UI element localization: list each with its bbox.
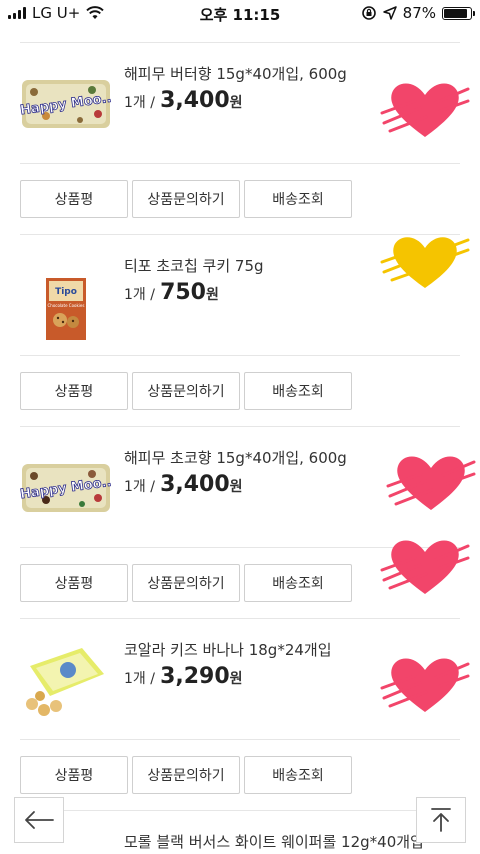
inquiry-button[interactable]: 상품문의하기 (132, 756, 240, 794)
package-subtext: Chocolate Cookies (48, 303, 85, 308)
product-name[interactable]: 해피무 버터향 15g*40개입, 600g (124, 63, 347, 84)
review-button[interactable]: 상품평 (20, 756, 128, 794)
delivery-tracking-button[interactable]: 배송조회 (244, 180, 352, 218)
product-name[interactable]: 티포 초코칩 쿠키 75g (124, 255, 264, 276)
battery-icon (442, 6, 475, 20)
delivery-tracking-button[interactable]: 배송조회 (244, 756, 352, 794)
quantity-label: 1개 / (124, 95, 155, 111)
action-buttons: 상품평 상품문의하기 배송조회 (20, 180, 460, 218)
product-name[interactable]: 코알라 키즈 바나나 18g*24개입 (124, 639, 332, 660)
back-button[interactable] (14, 797, 64, 843)
left-arrow-icon (25, 811, 54, 829)
product-thumbnail[interactable] (20, 634, 112, 724)
product-price: 1개 / 3,400원 (124, 88, 243, 113)
currency-unit: 원 (206, 287, 219, 303)
location-arrow-icon (382, 6, 397, 20)
price-value: 750 (160, 280, 206, 305)
inquiry-button[interactable]: 상품문의하기 (132, 372, 240, 410)
scroll-to-top-button[interactable] (416, 797, 466, 843)
price-value: 3,400 (160, 88, 230, 113)
product-price: 1개 / 750원 (124, 280, 219, 305)
quantity-label: 1개 / (124, 479, 155, 495)
price-value: 3,400 (160, 472, 230, 497)
heart-icon[interactable] (380, 228, 470, 298)
inquiry-button[interactable]: 상품문의하기 (132, 564, 240, 602)
quantity-label: 1개 / (124, 287, 155, 303)
review-button[interactable]: 상품평 (20, 372, 128, 410)
heart-icon[interactable] (380, 75, 470, 145)
rotation-lock-icon (361, 6, 376, 20)
product-thumbnail[interactable]: Happy Moo.. (20, 442, 112, 532)
inquiry-button[interactable]: 상품문의하기 (132, 180, 240, 218)
package-text: Tipo (55, 287, 77, 297)
product-thumbnail[interactable]: Happy Moo.. (20, 58, 112, 148)
heart-icon[interactable] (380, 650, 470, 720)
product-name[interactable]: 해피무 초코향 15g*40개입, 600g (124, 447, 347, 468)
review-button[interactable]: 상품평 (20, 180, 128, 218)
price-value: 3,290 (160, 664, 230, 689)
delivery-tracking-button[interactable]: 배송조회 (244, 564, 352, 602)
review-button[interactable]: 상품평 (20, 564, 128, 602)
action-buttons: 상품평 상품문의하기 배송조회 (20, 372, 460, 410)
currency-unit: 원 (229, 479, 243, 495)
status-bar: LG U+ 오후 11:15 87% (0, 0, 480, 28)
divider (20, 163, 460, 164)
product-thumbnail[interactable]: Tipo Chocolate Cookies (20, 250, 112, 340)
divider (20, 355, 460, 356)
quantity-label: 1개 / (124, 671, 155, 687)
heart-icon[interactable] (386, 448, 476, 518)
action-buttons: 상품평 상품문의하기 배송조회 (20, 564, 460, 602)
product-name[interactable]: 모롤 블랙 버서스 화이트 웨이퍼롤 12g*40개입 (124, 831, 424, 852)
action-buttons: 상품평 상품문의하기 배송조회 (20, 756, 460, 794)
order-item: 모롤 블랙 버서스 화이트 웨이퍼롤 12g*40개입 (0, 811, 480, 854)
delivery-tracking-button[interactable]: 배송조회 (244, 372, 352, 410)
product-price: 1개 / 3,290원 (124, 664, 243, 689)
divider (20, 739, 460, 740)
currency-unit: 원 (229, 671, 243, 687)
scroll-to-top-icon (431, 808, 451, 832)
product-price: 1개 / 3,400원 (124, 472, 243, 497)
battery-percent: 87% (402, 4, 436, 22)
status-right: 87% (361, 4, 475, 22)
currency-unit: 원 (229, 95, 243, 111)
